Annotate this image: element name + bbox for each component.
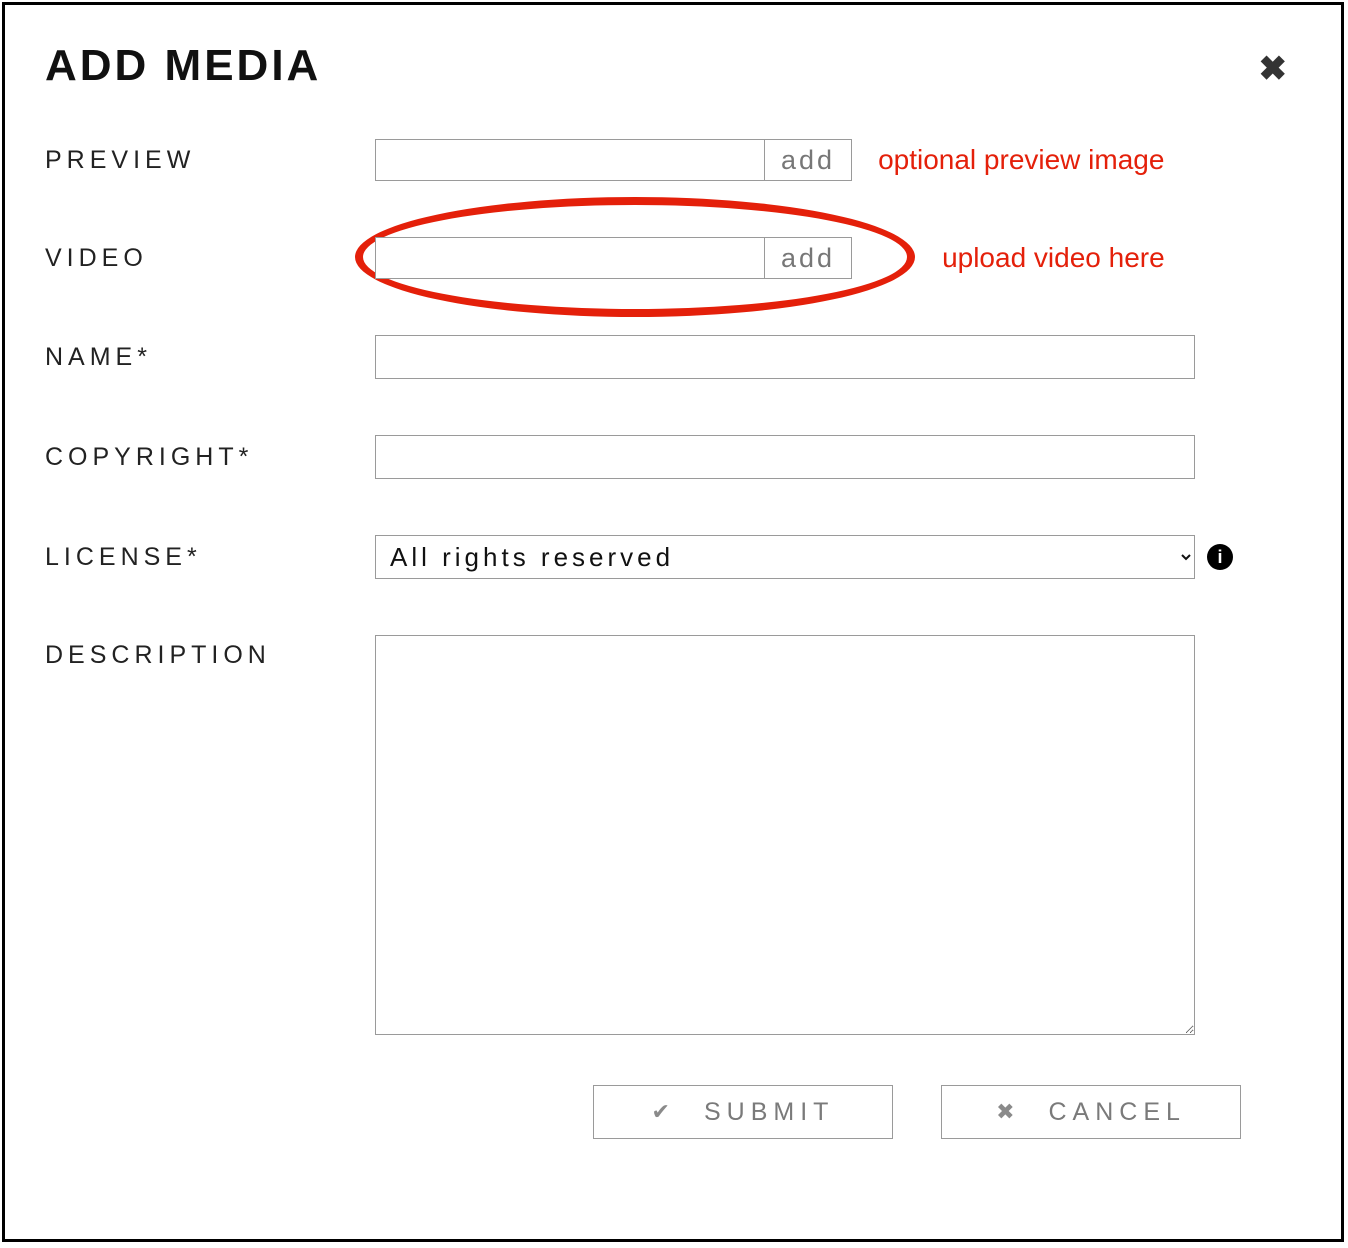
preview-annotation: optional preview image [878,144,1164,176]
x-icon: ✖ [996,1099,1020,1125]
description-row: DESCRIPTION [45,635,1301,1035]
preview-file-combo: add [375,139,852,181]
license-label: LICENSE* [45,543,375,572]
video-annotation: upload video here [942,242,1165,274]
close-icon[interactable]: ✖ [1259,49,1288,89]
copyright-label: COPYRIGHT* [45,443,375,472]
modal-buttons: ✔ SUBMIT ✖ CANCEL [45,1085,1301,1139]
modal-title: ADD MEDIA [45,41,1301,91]
preview-label: PREVIEW [45,146,375,175]
video-row: VIDEO add upload video here [45,237,1301,279]
preview-input[interactable] [375,139,765,181]
name-row: NAME* [45,335,1301,379]
video-file-combo: add [375,237,852,279]
add-media-modal: ADD MEDIA ✖ PREVIEW add optional preview… [2,2,1344,1242]
form-body: PREVIEW add optional preview image VIDEO… [45,139,1301,1139]
info-icon[interactable]: i [1207,544,1233,570]
submit-label: SUBMIT [704,1098,834,1127]
copyright-row: COPYRIGHT* [45,435,1301,479]
copyright-input[interactable] [375,435,1195,479]
check-icon: ✔ [652,1099,676,1125]
preview-row: PREVIEW add optional preview image [45,139,1301,181]
submit-button[interactable]: ✔ SUBMIT [593,1085,893,1139]
video-label: VIDEO [45,244,375,273]
preview-add-button[interactable]: add [765,139,852,181]
name-label: NAME* [45,343,375,372]
license-select[interactable]: All rights reserved [375,535,1195,579]
description-textarea[interactable] [375,635,1195,1035]
cancel-button[interactable]: ✖ CANCEL [941,1085,1241,1139]
name-input[interactable] [375,335,1195,379]
license-row: LICENSE* All rights reserved i [45,535,1301,579]
description-label: DESCRIPTION [45,635,375,670]
video-input[interactable] [375,237,765,279]
video-add-button[interactable]: add [765,237,852,279]
cancel-label: CANCEL [1049,1098,1186,1127]
